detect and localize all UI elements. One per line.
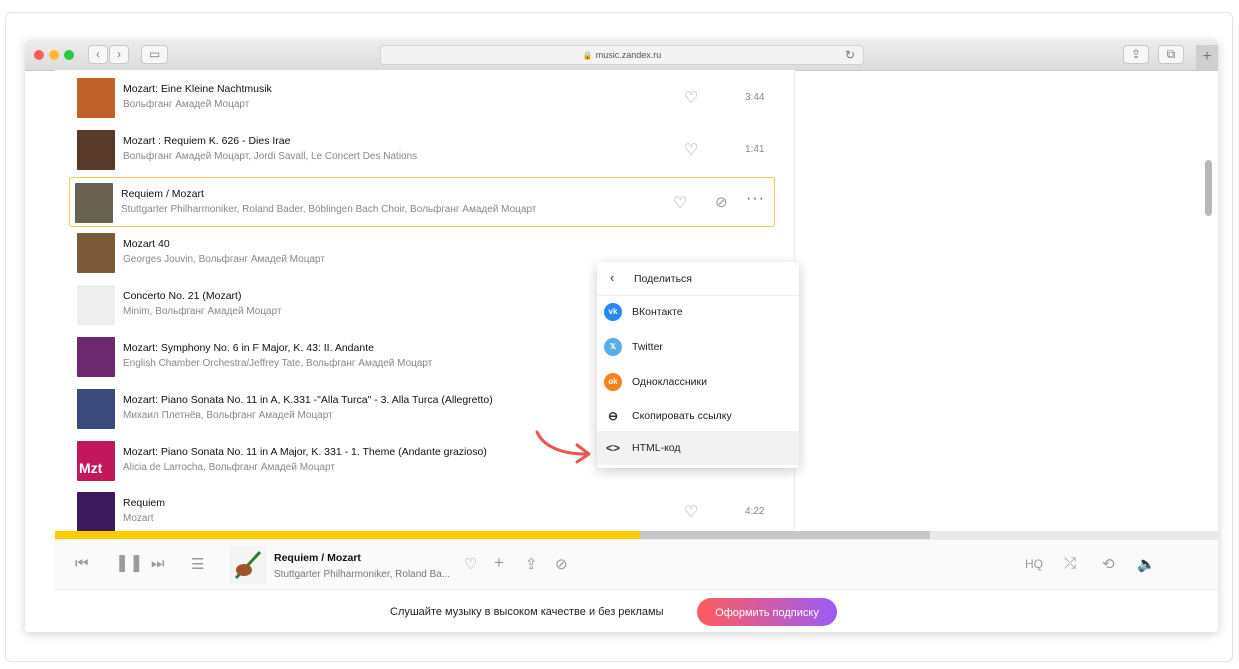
album-cover[interactable] <box>75 182 113 223</box>
track-duration: 4:22 <box>745 506 765 518</box>
track-title[interactable]: Mozart: Piano Sonata No. 11 in A Major, … <box>123 446 487 458</box>
address-bar[interactable]: 🔒 music.zandex.ru ↻ <box>380 45 864 65</box>
scrollbar-thumb[interactable] <box>1205 160 1212 216</box>
album-cover[interactable] <box>77 337 115 377</box>
vk-icon: vk <box>604 303 622 321</box>
track-title[interactable]: Requiem <box>123 497 165 509</box>
back-icon[interactable]: ‹ <box>88 45 108 64</box>
close-window-button[interactable] <box>34 50 44 60</box>
queue-icon[interactable]: ☰ <box>191 555 204 573</box>
like-icon[interactable]: ♡ <box>673 193 687 213</box>
add-icon[interactable]: + <box>494 553 504 573</box>
track-title[interactable]: Concerto No. 21 (Mozart) <box>123 290 241 302</box>
track-title[interactable]: Mozart : Requiem K. 626 - Dies Irae <box>123 135 290 147</box>
share-menu: ‹ Поделиться vk ВКонтакте 𝕏 Twitter ok Однокл… <box>597 262 799 468</box>
album-cover[interactable] <box>77 233 115 274</box>
like-icon[interactable]: ♡ <box>684 502 698 522</box>
album-cover[interactable] <box>77 78 115 118</box>
new-tab-button[interactable]: + <box>1196 45 1218 70</box>
album-cover[interactable] <box>77 388 115 429</box>
track-title[interactable]: Mozart: Eine Kleine Nachtmusik <box>123 83 272 95</box>
share-icon[interactable]: ⇪ <box>1123 45 1149 64</box>
share-option[interactable]: ok Одноклассники <box>597 365 799 399</box>
track-title[interactable]: Mozart 40 <box>123 238 170 250</box>
track-row[interactable]: Mozart : Requiem K. 626 - Dies Irae Вольф… <box>72 125 772 175</box>
shuffle-icon[interactable]: ⤮ <box>1064 555 1076 572</box>
share-menu-title: Поделиться <box>634 273 692 285</box>
previous-track-icon[interactable]: ⏮ <box>75 555 89 572</box>
lock-icon: 🔒 <box>582 51 593 60</box>
track-duration: 3:44 <box>745 92 765 103</box>
track-title[interactable]: Mozart: Symphony No. 6 in F Major, K. 43… <box>123 342 374 354</box>
dislike-icon[interactable]: ⊘ <box>715 193 728 211</box>
track-duration: 1:41 <box>745 143 765 155</box>
track-artist[interactable]: Georges Jouvin, Вольфганг Амадей Моцарт <box>123 254 325 265</box>
minimize-window-button[interactable] <box>49 50 59 60</box>
track-artist[interactable]: Михаил Плетнёв, Вольфганг Амадей Моцарт <box>123 410 333 421</box>
track-artist[interactable]: English Chamber Orchestra/Jeffrey Tate, … <box>123 358 432 369</box>
share-option-label: Одноклассники <box>632 376 708 388</box>
tabs-overview-icon[interactable]: ⧉ <box>1158 45 1184 64</box>
reload-icon[interactable]: ↻ <box>845 46 855 64</box>
more-options-icon[interactable]: ··· <box>746 190 765 208</box>
forward-icon[interactable]: › <box>109 45 129 64</box>
browser-window: ‹ › ▭ 🔒 music.zandex.ru ↻ ⇪ ⧉ + Mozart: E… <box>25 40 1218 632</box>
like-icon[interactable]: ♡ <box>684 140 698 160</box>
twitter-icon: 𝕏 <box>604 338 622 356</box>
track-artist[interactable]: Minim, Вольфганг Амадей Моцарт <box>123 306 282 317</box>
back-chevron-icon[interactable]: ‹ <box>610 270 614 285</box>
subscription-banner: Слушайте музыку в высоком качестве и без… <box>55 589 1218 632</box>
share-option-label: Скопировать ссылку <box>632 410 732 422</box>
share-menu-header[interactable]: ‹ Поделиться <box>597 262 799 296</box>
track-artist[interactable]: Вольфганг Амадей Моцарт <box>123 99 249 110</box>
player-bar: ⏮ ❚❚ ⏭ ☰ Requiem / Mozart Stuttgarter Ph… <box>55 539 1218 590</box>
share-option-label: HTML-код <box>632 442 681 454</box>
track-title[interactable]: Requiem / Mozart <box>121 188 204 200</box>
url-text: music.zandex.ru <box>595 50 662 60</box>
progress-bar[interactable] <box>55 531 1218 539</box>
progress-fill <box>55 531 640 539</box>
share-option[interactable]: vk ВКонтакте <box>597 295 799 329</box>
subscribe-button[interactable]: Оформить подписку <box>697 598 837 626</box>
track-artist[interactable]: Stuttgarter Philharmoniker, Roland Bader… <box>121 204 536 215</box>
pause-icon[interactable]: ❚❚ <box>115 553 144 573</box>
share-option-label: Twitter <box>632 341 663 353</box>
album-cover[interactable] <box>77 492 115 533</box>
banner-text: Слушайте музыку в высоком качестве и без… <box>390 606 664 618</box>
track-title[interactable]: Mozart: Piano Sonata No. 11 in A, K.331 … <box>123 394 493 406</box>
next-track-icon[interactable]: ⏭ <box>151 555 165 572</box>
album-cover[interactable] <box>77 285 115 326</box>
album-cover[interactable]: Mzt <box>77 440 115 481</box>
dislike-icon[interactable]: ⊘ <box>555 555 568 573</box>
sidebar-toggle-icon[interactable]: ▭ <box>141 45 168 64</box>
link-icon: ⊖ <box>607 409 619 423</box>
repeat-icon[interactable]: ⟲ <box>1102 555 1115 573</box>
share-option[interactable]: ⊖ Скопировать ссылку <box>597 399 799 433</box>
browser-toolbar: ‹ › ▭ 🔒 music.zandex.ru ↻ ⇪ ⧉ + <box>25 40 1218 71</box>
track-artist[interactable]: Вольфганг Амадей Моцарт, Jordi Savall, L… <box>123 151 417 162</box>
volume-icon[interactable]: 🔈 <box>1137 555 1156 573</box>
share-option[interactable]: 𝕏 Twitter <box>597 330 799 364</box>
hq-toggle[interactable]: HQ <box>1025 557 1043 571</box>
track-artist[interactable]: Mozart <box>123 513 154 524</box>
now-playing-cover <box>230 546 266 584</box>
zoom-window-button[interactable] <box>64 50 74 60</box>
share-option-label: ВКонтакте <box>632 306 683 318</box>
like-icon[interactable]: ♡ <box>464 555 477 573</box>
share-track-icon[interactable]: ⇪ <box>525 555 538 573</box>
code-icon: <> <box>605 441 620 455</box>
now-playing-title[interactable]: Requiem / Mozart <box>274 552 361 564</box>
track-row[interactable]: Mozart: Eine Kleine Nachtmusik Вольфганг … <box>72 73 772 123</box>
odnoklassniki-icon: ok <box>604 373 622 391</box>
track-artist[interactable]: Alicia de Larrocha, Вольфганг Амадей Моц… <box>123 462 335 473</box>
like-icon[interactable]: ♡ <box>684 88 698 108</box>
album-cover[interactable] <box>77 129 115 170</box>
annotation-arrow-icon <box>535 430 591 464</box>
track-row[interactable]: Requiem Mozart ♡ 4:22 <box>72 487 772 537</box>
now-playing-artist[interactable]: Stuttgarter Philharmoniker, Roland Ba... <box>274 569 450 580</box>
track-row[interactable]: Requiem / Mozart Stuttgarter Philharmonik… <box>69 176 775 227</box>
share-option[interactable]: <> HTML-код <box>597 431 799 465</box>
